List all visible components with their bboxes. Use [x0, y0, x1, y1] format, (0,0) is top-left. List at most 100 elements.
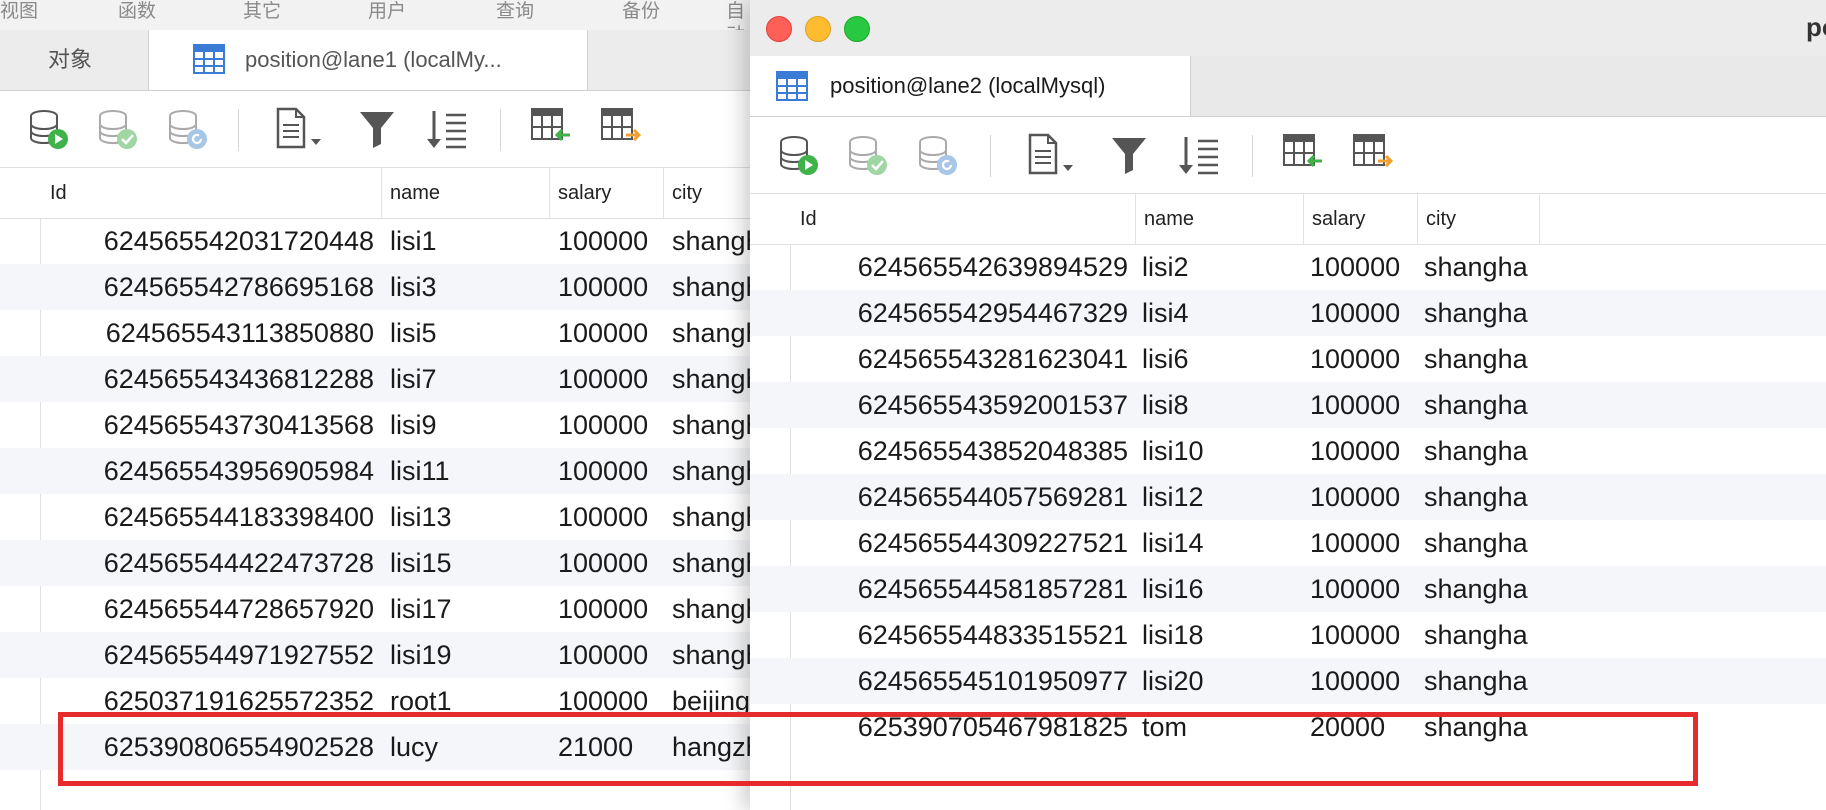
table-row[interactable]: 624565543730413568 lisi9 100000 shanghai — [0, 402, 750, 448]
menu-query[interactable]: 查询 — [496, 0, 534, 24]
run-query-icon[interactable] — [778, 135, 820, 177]
cell-name: lisi17 — [390, 594, 452, 624]
table-row[interactable]: 624565544183398400 lisi13 100000 shanghai — [0, 494, 750, 540]
cell-name: lisi20 — [1142, 666, 1204, 696]
cell-salary: 100000 — [1310, 436, 1401, 466]
cell-salary: 100000 — [558, 594, 649, 624]
table-row[interactable]: 624565544833515521 lisi18 100000 shanghai — [750, 612, 1826, 658]
column-header-id[interactable]: Id — [42, 168, 382, 218]
sort-icon[interactable] — [424, 107, 470, 151]
table-row[interactable]: 624565543852048385 lisi10 100000 shanghai — [750, 428, 1826, 474]
table-row[interactable]: 624565542786695168 lisi3 100000 shanghai — [0, 264, 750, 310]
cell-name: lisi1 — [390, 226, 437, 256]
table-row[interactable]: 624565543592001537 lisi8 100000 shanghai — [750, 382, 1826, 428]
cell-name: lisi18 — [1142, 620, 1204, 650]
right-window: po position@lane2 (localMysql) — [750, 0, 1826, 810]
cell-salary: 100000 — [558, 364, 649, 394]
cell-name: lisi11 — [390, 456, 450, 486]
table-icon — [776, 71, 808, 101]
minimize-button[interactable] — [805, 16, 831, 42]
toolbar — [0, 91, 750, 167]
menu-users[interactable]: 用户 — [368, 0, 406, 24]
cell-name: lisi6 — [1142, 344, 1189, 374]
table-row[interactable]: 624565542639894529 lisi2 100000 shanghai — [750, 244, 1826, 290]
cell-id: 624565543956905984 — [103, 456, 374, 486]
cell-id: 624565544971927552 — [103, 640, 374, 670]
run-query-icon[interactable] — [28, 109, 70, 151]
column-header-id[interactable]: Id — [792, 194, 1136, 244]
cell-name: lisi14 — [1142, 528, 1204, 558]
table-row[interactable]: 624565543956905984 lisi11 100000 shanghai — [0, 448, 750, 494]
cell-salary: 100000 — [1310, 390, 1401, 420]
table-row[interactable]: 624565544971927552 lisi19 100000 shanghai — [0, 632, 750, 678]
sort-icon[interactable] — [1176, 133, 1222, 177]
cell-id: 624565542954467329 — [857, 298, 1128, 328]
cell-city: shanghai — [672, 272, 750, 302]
table-row[interactable]: 624565543113850880 lisi5 100000 shanghai — [0, 310, 750, 356]
column-header-salary[interactable]: salary — [1304, 194, 1418, 244]
commit-icon[interactable] — [847, 135, 889, 177]
cell-id: 624565543852048385 — [857, 436, 1128, 466]
cell-salary: 100000 — [1310, 482, 1401, 512]
cell-salary: 100000 — [558, 226, 649, 256]
text-view-icon[interactable] — [274, 107, 326, 151]
close-button[interactable] — [766, 16, 792, 42]
cell-city: shanghai — [1424, 482, 1528, 512]
menu-view[interactable]: 视图 — [0, 0, 38, 24]
cell-id: 624565542786695168 — [103, 272, 374, 302]
text-view-icon[interactable] — [1026, 133, 1078, 177]
table-row[interactable]: 624565544309227521 lisi14 100000 shanghai — [750, 520, 1826, 566]
cell-city: shanghai — [1424, 390, 1528, 420]
cell-salary: 100000 — [1310, 252, 1401, 282]
left-window: 视图 函数 其它 用户 查询 备份 自动 对象 position@lane1 (… — [0, 0, 750, 810]
menu-functions[interactable]: 函数 — [118, 0, 156, 24]
toolbar — [750, 117, 1826, 193]
cell-id: 624565544309227521 — [857, 528, 1128, 558]
commit-icon[interactable] — [97, 109, 139, 151]
refresh-icon[interactable] — [917, 135, 959, 177]
cell-id: 624565545101950977 — [857, 666, 1128, 696]
table-row[interactable]: 624565543436812288 lisi7 100000 shanghai — [0, 356, 750, 402]
import-icon[interactable] — [1282, 133, 1324, 175]
column-header-name[interactable]: name — [382, 168, 550, 218]
cell-city: shanghai — [1424, 252, 1528, 282]
tab-table-lane1[interactable]: position@lane1 (localMy... — [148, 30, 588, 90]
refresh-icon[interactable] — [167, 109, 209, 151]
menu-other[interactable]: 其它 — [243, 0, 281, 24]
cell-salary: 100000 — [558, 502, 649, 532]
cell-id: 624565544057569281 — [857, 482, 1128, 512]
cell-city: shanghai — [1424, 528, 1528, 558]
cell-salary: 100000 — [1310, 620, 1401, 650]
table-row[interactable]: 624565542954467329 lisi4 100000 shanghai — [750, 290, 1826, 336]
filter-icon[interactable] — [1110, 135, 1148, 175]
column-header-name[interactable]: name — [1136, 194, 1304, 244]
table-row[interactable]: 624565542031720448 lisi1 100000 shanghai — [0, 218, 750, 264]
table-row[interactable]: 624565543281623041 lisi6 100000 shanghai — [750, 336, 1826, 382]
cell-name: lisi10 — [1142, 436, 1204, 466]
cell-salary: 100000 — [558, 548, 649, 578]
column-header-city[interactable]: city — [1418, 194, 1540, 244]
toolbar-separator — [990, 135, 991, 177]
tab-table-lane2[interactable]: position@lane2 (localMysql) — [750, 56, 1191, 116]
column-header-salary[interactable]: salary — [550, 168, 664, 218]
cell-id: 624565542031720448 — [103, 226, 374, 256]
menu-backup[interactable]: 备份 — [622, 0, 660, 24]
import-icon[interactable] — [530, 107, 572, 149]
table-row[interactable]: 624565544057569281 lisi12 100000 shanghai — [750, 474, 1826, 520]
cell-name: lisi2 — [1142, 252, 1189, 282]
table-row[interactable]: 624565545101950977 lisi20 100000 shanghai — [750, 658, 1826, 704]
tab-objects[interactable]: 对象 — [48, 30, 148, 90]
zoom-button[interactable] — [844, 16, 870, 42]
column-header-city[interactable]: city — [664, 168, 750, 218]
table-row[interactable]: 624565544581857281 lisi16 100000 shanghai — [750, 566, 1826, 612]
table-icon — [193, 44, 225, 74]
cell-salary: 100000 — [1310, 666, 1401, 696]
filter-icon[interactable] — [358, 109, 396, 149]
table-row[interactable]: 624565544728657920 lisi17 100000 shanghai — [0, 586, 750, 632]
cell-city: shanghai — [672, 226, 750, 256]
export-icon[interactable] — [1352, 133, 1394, 175]
cell-salary: 100000 — [1310, 298, 1401, 328]
cell-salary: 100000 — [1310, 574, 1401, 604]
table-row[interactable]: 624565544422473728 lisi15 100000 shanghai — [0, 540, 750, 586]
export-icon[interactable] — [600, 107, 642, 149]
